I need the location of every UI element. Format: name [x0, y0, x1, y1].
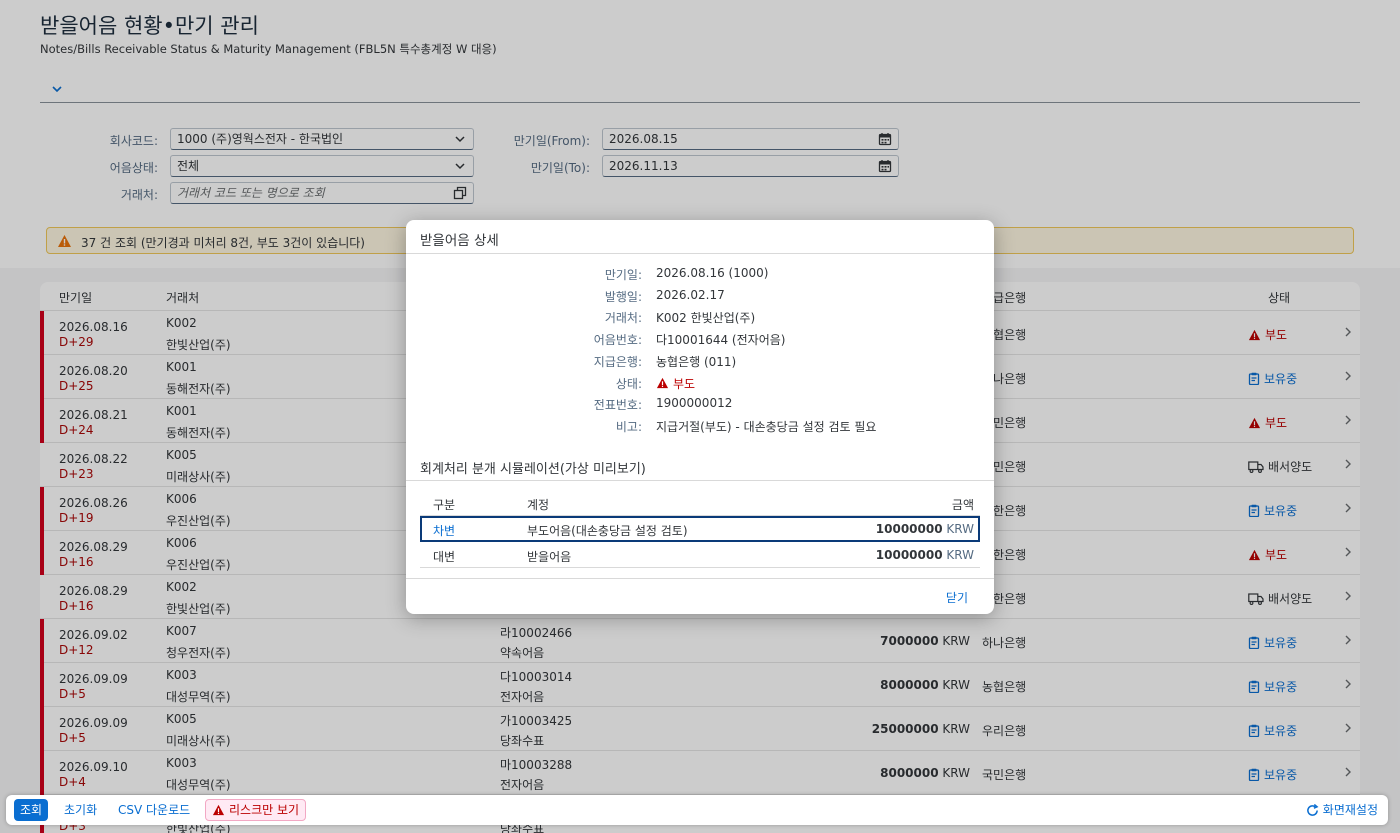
warning-icon [212, 804, 225, 816]
detail-label: 발행일: [604, 289, 642, 304]
journal-col-amount: 금액 [951, 498, 974, 512]
detail-label: 거래처: [604, 311, 642, 326]
warning-icon [656, 377, 669, 389]
csv-download-button[interactable]: CSV 다운로드 [112, 799, 196, 821]
refresh-icon [1306, 803, 1319, 816]
detail-value-text: 부도 [673, 376, 696, 391]
section-divider [406, 480, 994, 481]
close-button[interactable]: 닫기 [946, 589, 968, 606]
detail-value: 1900000012 [656, 396, 732, 410]
detail-value: 2026.08.16 (1000) [656, 266, 768, 280]
detail-value: 2026.02.17 [656, 288, 725, 302]
journal-row[interactable]: 차변 부도어음(대손충당금 설정 검토) 10000000 KRW [420, 516, 980, 542]
detail-label: 전표번호: [593, 398, 642, 413]
journal-col-account: 계정 [527, 498, 550, 512]
risk-only-toggle[interactable]: 리스크만 보기 [205, 799, 307, 821]
journal-currency: KRW [946, 522, 974, 536]
journal-amount: 10000000 KRW [876, 522, 974, 536]
dialog-header-divider [406, 253, 994, 254]
detail-value-text: 1900000012 [656, 396, 733, 411]
journal-account: 부도어음(대손충당금 설정 검토) [527, 524, 688, 538]
journal-currency: KRW [946, 548, 974, 562]
journal-amount-value: 10000000 [875, 522, 943, 536]
journal-kind: 대변 [433, 550, 456, 564]
dialog-footer-divider [406, 578, 994, 579]
journal-amount: 10000000 KRW [876, 548, 974, 562]
detail-label: 지급은행: [593, 354, 642, 369]
search-button[interactable]: 조회 [14, 799, 49, 821]
detail-value-text: 2026.08.16 (1000) [656, 266, 769, 280]
detail-label: 만기일: [604, 268, 642, 282]
footer-toolbar: 조회 초기화 CSV 다운로드 리스크만 보기 화면재설정 [6, 795, 1388, 825]
journal-table: 구분 계정 금액 차변 부도어음(대손충당금 설정 검토) 10000000 K… [420, 490, 980, 568]
note-detail-dialog: 받을어음 상세 만기일: 2026.08.16 (1000) 발행일: 2026.02… [406, 220, 994, 614]
detail-value-text: 농협은행 (011) [656, 354, 737, 369]
detail-value: 지급거절(부도) - 대손충당금 설정 검토 필요 [656, 418, 876, 435]
detail-value: K002 한빛산업(주) [656, 309, 755, 326]
journal-account: 받을어음 [527, 550, 572, 564]
detail-label: 어음번호: [593, 333, 642, 348]
detail-value: 농협은행 (011) [656, 353, 736, 370]
journal-kind: 차변 [433, 524, 456, 538]
detail-value-text: 지급거절(부도) - 대손충당금 설정 검토 필요 [656, 419, 877, 434]
reset-view-label: 화면재설정 [1322, 803, 1378, 817]
reset-view-button[interactable]: 화면재설정 [1300, 799, 1384, 821]
detail-value: 다10001644 (전자어음) [656, 331, 785, 348]
detail-value-text: K002 한빛산업(주) [656, 311, 756, 326]
reset-button[interactable]: 초기화 [58, 799, 103, 821]
dialog-title: 받을어음 상세 [420, 233, 499, 249]
journal-row[interactable]: 대변 받을어음 10000000 KRW [420, 542, 980, 568]
detail-label: 비고: [615, 419, 642, 434]
journal-col-kind: 구분 [433, 498, 456, 512]
detail-value: 부도 [656, 375, 695, 392]
detail-value-text: 다10001644 (전자어음) [656, 333, 786, 348]
journal-amount-value: 10000000 [875, 548, 943, 562]
journal-header: 구분 계정 금액 [420, 490, 980, 516]
risk-only-label: 리스크만 보기 [229, 803, 300, 817]
detail-label: 상태: [615, 376, 642, 391]
journal-section-title: 회계처리 분개 시뮬레이션(가상 미리보기) [420, 462, 646, 477]
detail-value-text: 2026.02.17 [656, 287, 725, 302]
